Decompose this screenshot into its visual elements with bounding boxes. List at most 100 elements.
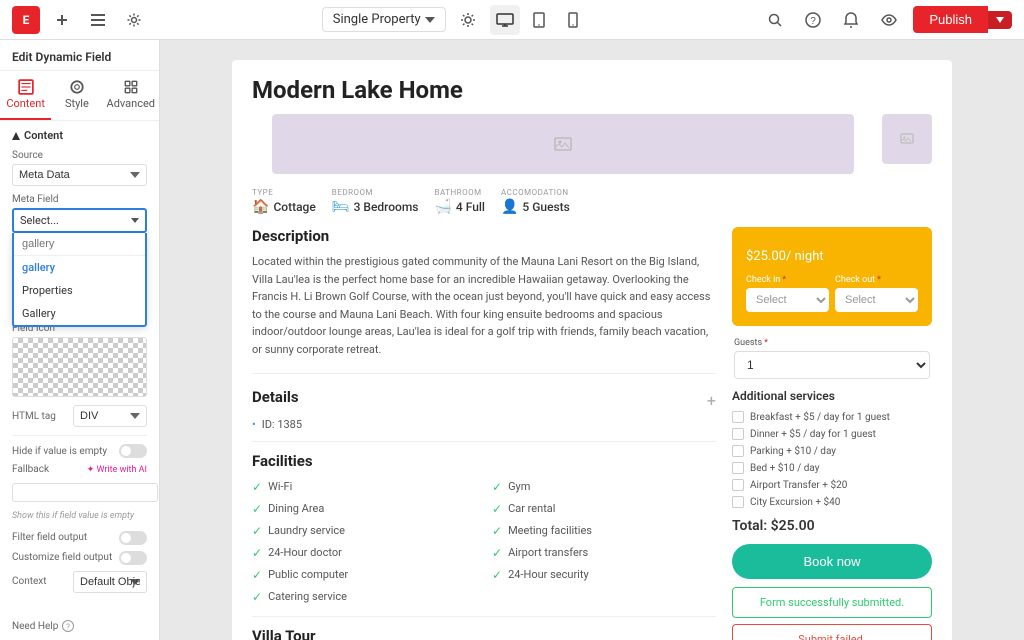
meta-field-dropdown: Select... gallery Properties Gallery	[12, 208, 147, 233]
property-selector[interactable]: Single Property	[322, 7, 446, 32]
meta-field-input[interactable]: Select...	[12, 208, 147, 233]
source-select[interactable]: Meta Data	[12, 164, 147, 186]
html-tag-select[interactable]: DIV	[73, 405, 147, 427]
meta-bedroom-label: BEDROOM	[332, 188, 419, 197]
service-dinner-checkbox[interactable]	[732, 428, 744, 440]
source-label: Source	[12, 150, 147, 161]
check-out-select[interactable]: Select	[835, 288, 918, 312]
write-with-ai-btn[interactable]: ✦ Write with AI	[87, 465, 147, 475]
html-tag-row: HTML tag DIV	[12, 405, 147, 427]
meta-bathroom-icon-row: 🛁 4 Full	[434, 199, 485, 215]
add-icon-btn[interactable]	[48, 6, 76, 34]
top-bar-left: E	[12, 6, 148, 34]
check-out-label: Check out *	[835, 275, 918, 285]
service-city-excursion-label: City Excursion + $40	[750, 497, 840, 508]
service-airport-transfer: Airport Transfer + $20	[732, 479, 932, 491]
property-title: Modern Lake Home	[232, 60, 952, 114]
content-section-title: Content	[12, 129, 147, 142]
guests-select[interactable]: 1	[734, 351, 930, 379]
detail-id-label: ID: 1385	[262, 418, 302, 431]
service-breakfast-label: Breakfast + $5 / day for 1 guest	[750, 412, 890, 423]
two-col-layout: Description Located within the prestigio…	[232, 227, 952, 640]
notification-icon-btn[interactable]	[837, 6, 865, 34]
filter-field-output-toggle[interactable]	[119, 531, 147, 545]
facility-wifi: ✓ Wi-Fi	[252, 478, 476, 496]
settings-icon-btn[interactable]	[120, 6, 148, 34]
bed-icon: 🛏	[332, 199, 350, 215]
tab-style[interactable]: Style	[51, 71, 102, 120]
service-bed-label: Bed + $10 / day	[750, 463, 820, 474]
dropdown-search-input[interactable]	[20, 236, 139, 252]
fallback-input[interactable]	[12, 483, 158, 502]
service-parking: Parking + $10 / day	[732, 445, 932, 457]
desktop-device-btn[interactable]	[490, 5, 520, 35]
tab-content[interactable]: Content	[0, 71, 51, 120]
service-breakfast-checkbox[interactable]	[732, 411, 744, 423]
mobile-device-btn[interactable]	[558, 5, 588, 35]
service-bed: Bed + $10 / day	[732, 462, 932, 474]
check-in-select[interactable]: Select	[746, 288, 829, 312]
dropdown-item-gallery[interactable]: gallery	[14, 256, 145, 279]
field-icon-box[interactable]	[12, 337, 147, 397]
meta-accommodation-label: ACCOMODATION	[501, 188, 570, 197]
check-icon-catering: ✓	[252, 590, 262, 604]
field-icon-row: Field Icon	[12, 323, 147, 397]
service-bed-checkbox[interactable]	[732, 462, 744, 474]
need-help-btn[interactable]: Need Help ?	[0, 612, 159, 640]
additional-services-title: Additional services	[732, 389, 932, 403]
form-error-message: Submit failed.	[732, 624, 932, 640]
guests-label: Guests *	[734, 338, 930, 348]
sidebar-header: Edit Dynamic Field	[0, 40, 159, 71]
gear-icon-btn[interactable]	[454, 6, 482, 34]
meta-bedroom: BEDROOM 🛏 3 Bedrooms	[332, 188, 419, 215]
publish-dropdown-btn[interactable]	[988, 11, 1012, 29]
hide-if-empty-toggle[interactable]	[119, 444, 147, 458]
customize-field-output-toggle[interactable]	[119, 551, 147, 565]
service-dinner: Dinner + $5 / day for 1 guest	[732, 428, 932, 440]
main-column: Description Located within the prestigio…	[252, 227, 732, 640]
eye-icon-btn[interactable]	[875, 6, 903, 34]
total-row: Total: $25.00	[732, 518, 932, 534]
facility-computer-label: Public computer	[268, 568, 348, 581]
tablet-device-btn[interactable]	[524, 5, 554, 35]
help-icon-btn[interactable]: ?	[799, 6, 827, 34]
sidebar-content-section: Content Source Meta Data Meta Field Sele…	[0, 121, 159, 609]
details-section: Details + • ID: 1385	[252, 373, 716, 431]
facility-airport: ✓ Airport transfers	[492, 544, 716, 562]
fallback-input-row: 🗑	[12, 483, 147, 502]
facility-laundry: ✓ Laundry service	[252, 522, 476, 540]
service-city-excursion: City Excursion + $40	[732, 496, 932, 508]
filter-field-output-row: Filter field output	[12, 531, 147, 545]
property-meta-row: TYPE 🏠 Cottage BEDROOM 🛏 3 Bedrooms BATH…	[232, 188, 952, 227]
tab-style-label: Style	[65, 97, 89, 110]
facilities-section: Facilities ✓ Wi-Fi ✓ Gym ✓	[252, 441, 716, 606]
facilities-grid: ✓ Wi-Fi ✓ Gym ✓ Dining Area	[252, 478, 716, 606]
customize-field-output-row: Customize field output	[12, 551, 147, 565]
hero-image-thumb	[882, 114, 932, 164]
facility-meeting-label: Meeting facilities	[508, 524, 592, 537]
hamburger-icon-btn[interactable]	[84, 6, 112, 34]
facility-doctor-label: 24-Hour doctor	[268, 546, 342, 559]
context-row: Context Default Object	[12, 571, 147, 593]
publish-button[interactable]: Publish	[913, 6, 988, 33]
meta-bedroom-value: 3 Bedrooms	[354, 200, 419, 214]
hide-if-empty-label: Hide if value is empty	[12, 446, 107, 457]
dropdown-item-properties[interactable]: Properties	[14, 279, 145, 302]
tab-advanced[interactable]: Advanced	[103, 71, 159, 120]
service-breakfast: Breakfast + $5 / day for 1 guest	[732, 411, 932, 423]
elementor-logo[interactable]: E	[12, 6, 40, 34]
book-now-btn[interactable]: Book now	[732, 544, 932, 579]
facility-gym-label: Gym	[508, 480, 530, 493]
service-city-excursion-checkbox[interactable]	[732, 496, 744, 508]
service-airport-transfer-checkbox[interactable]	[732, 479, 744, 491]
meta-field-value: Select...	[20, 214, 59, 227]
dropdown-item-gallery2[interactable]: Gallery	[14, 302, 145, 325]
check-out-label-text: Check out	[835, 275, 875, 285]
search-icon-btn[interactable]	[761, 6, 789, 34]
top-bar-right: ? Publish	[761, 6, 1012, 34]
canvas: Modern Lake Home TYPE 🏠 Cottage	[160, 40, 1024, 640]
add-detail-btn[interactable]: +	[707, 391, 716, 410]
context-select[interactable]: Default Object	[73, 571, 147, 593]
meta-bathroom-value: 4 Full	[456, 200, 485, 214]
service-parking-checkbox[interactable]	[732, 445, 744, 457]
